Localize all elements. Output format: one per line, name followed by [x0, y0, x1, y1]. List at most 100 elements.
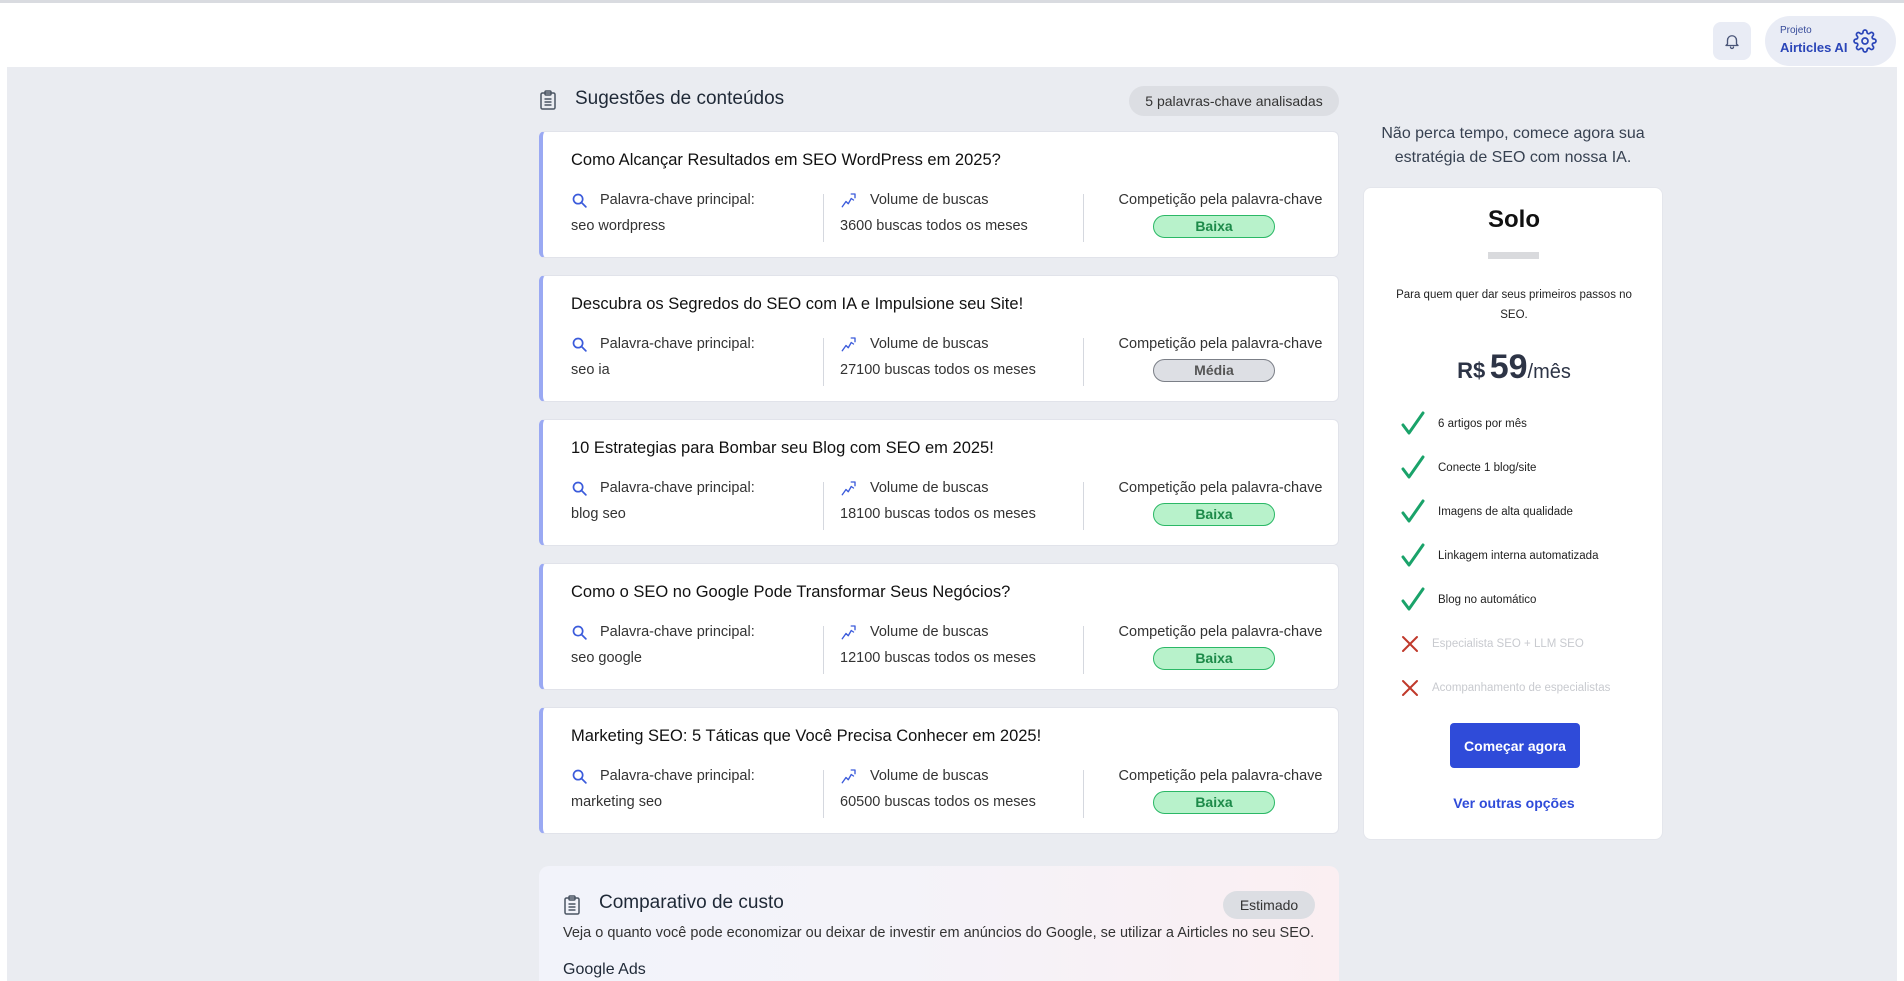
- feature-text: Especialista SEO + LLM SEO: [1432, 638, 1584, 650]
- volume-value: 12100 buscas todos os meses: [840, 650, 1036, 666]
- keyword-column: Palavra-chave principal: seo google: [571, 624, 811, 674]
- volume-value: 27100 buscas todos os meses: [840, 362, 1036, 378]
- notifications-button[interactable]: [1713, 22, 1751, 60]
- competition-column: Competição pela palavra-chave Baixa: [1083, 192, 1339, 242]
- top-bar: Projeto Airticles AI: [0, 3, 1904, 67]
- keyword-value: blog seo: [571, 506, 626, 522]
- start-now-button[interactable]: Começar agora: [1450, 723, 1580, 768]
- competition-label: Competição pela palavra-chave: [1118, 336, 1323, 352]
- volume-label: Volume de buscas: [870, 336, 989, 352]
- trend-icon: [841, 193, 856, 208]
- volume-column: Volume de buscas 60500 buscas todos os m…: [823, 768, 1083, 818]
- plan-price: R$ 59/mês: [1364, 348, 1664, 387]
- competition-column: Competição pela palavra-chave Baixa: [1083, 768, 1339, 818]
- volume-value: 18100 buscas todos os meses: [840, 506, 1036, 522]
- competition-label: Competição pela palavra-chave: [1118, 624, 1323, 640]
- suggestion-title: 10 Estrategias para Bombar seu Blog com …: [571, 439, 994, 457]
- trend-icon: [841, 481, 856, 496]
- keyword-value: seo google: [571, 650, 642, 666]
- plan-feature: Imagens de alta qualidade: [1400, 497, 1573, 527]
- suggestion-title: Como Alcançar Resultados em SEO WordPres…: [571, 151, 1001, 169]
- suggestions-title: Sugestões de conteúdos: [575, 88, 785, 109]
- cross-icon: [1402, 680, 1418, 696]
- search-icon: [572, 337, 587, 352]
- project-name: Airticles AI: [1780, 40, 1848, 55]
- check-icon: [1401, 499, 1425, 523]
- clipboard-icon: [564, 895, 580, 915]
- promo-text: Não perca tempo, comece agora sua estrat…: [1381, 125, 1645, 166]
- project-label: Projeto: [1780, 25, 1812, 36]
- keyword-label: Palavra-chave principal:: [600, 192, 755, 208]
- keyword-label: Palavra-chave principal:: [600, 768, 755, 784]
- keyword-column: Palavra-chave principal: marketing seo: [571, 768, 811, 818]
- bell-icon: [1725, 35, 1739, 50]
- keyword-column: Palavra-chave principal: seo ia: [571, 336, 811, 386]
- check-icon: [1401, 411, 1425, 435]
- keyword-label: Palavra-chave principal:: [600, 480, 755, 496]
- google-ads-label: Google Ads: [563, 961, 646, 978]
- suggestion-card[interactable]: Como Alcançar Resultados em SEO WordPres…: [539, 131, 1339, 258]
- check-icon: [1401, 587, 1425, 611]
- gear-icon[interactable]: [1853, 29, 1877, 53]
- keyword-value: marketing seo: [571, 794, 663, 810]
- cost-description: Veja o quanto você pode economizar ou de…: [563, 925, 1315, 941]
- feature-text: Imagens de alta qualidade: [1438, 506, 1573, 518]
- plan-feature: Linkagem interna automatizada: [1400, 541, 1598, 571]
- volume-label: Volume de buscas: [870, 768, 989, 784]
- feature-text: Linkagem interna automatizada: [1438, 550, 1599, 562]
- volume-column: Volume de buscas 3600 buscas todos os me…: [823, 192, 1083, 242]
- plan-feature: Acompanhamento de especialistas: [1400, 673, 1610, 703]
- keyword-column: Palavra-chave principal: blog seo: [571, 480, 811, 530]
- cost-comparison-card: Comparativo de custo Estimado Veja o qua…: [539, 866, 1339, 981]
- search-icon: [572, 769, 587, 784]
- feature-text: 6 artigos por mês: [1438, 418, 1527, 430]
- suggestion-title: Marketing SEO: 5 Táticas que Você Precis…: [571, 727, 1042, 745]
- cost-title: Comparativo de custo: [599, 892, 784, 913]
- price-period: /mês: [1527, 361, 1571, 383]
- competition-label: Competição pela palavra-chave: [1118, 192, 1323, 208]
- check-icon: [1401, 455, 1425, 479]
- plan-feature: 6 artigos por mês: [1400, 409, 1527, 439]
- volume-value: 60500 buscas todos os meses: [840, 794, 1036, 810]
- competition-badge: Baixa: [1153, 647, 1275, 670]
- feature-text: Acompanhamento de especialistas: [1432, 682, 1611, 694]
- check-icon: [1401, 543, 1425, 567]
- suggestion-card[interactable]: Descubra os Segredos do SEO com IA e Imp…: [539, 275, 1339, 402]
- price-amount: 59: [1489, 348, 1528, 386]
- competition-badge: Baixa: [1153, 791, 1275, 814]
- project-selector[interactable]: Projeto Airticles AI: [1765, 16, 1896, 66]
- volume-label: Volume de buscas: [870, 480, 989, 496]
- suggestion-title: Descubra os Segredos do SEO com IA e Imp…: [571, 295, 1024, 313]
- plan-feature: Especialista SEO + LLM SEO: [1400, 629, 1584, 659]
- suggestion-card[interactable]: Como o SEO no Google Pode Transformar Se…: [539, 563, 1339, 690]
- trend-icon: [841, 337, 856, 352]
- trend-icon: [841, 625, 856, 640]
- competition-column: Competição pela palavra-chave Média: [1083, 336, 1339, 386]
- volume-column: Volume de buscas 18100 buscas todos os m…: [823, 480, 1083, 530]
- competition-column: Competição pela palavra-chave Baixa: [1083, 624, 1339, 674]
- search-icon: [572, 481, 587, 496]
- competition-badge: Média: [1153, 359, 1275, 382]
- volume-column: Volume de buscas 27100 buscas todos os m…: [823, 336, 1083, 386]
- volume-value: 3600 buscas todos os meses: [840, 218, 1028, 234]
- search-icon: [572, 625, 587, 640]
- feature-text: Conecte 1 blog/site: [1438, 462, 1537, 474]
- volume-label: Volume de buscas: [870, 624, 989, 640]
- keyword-value: seo ia: [571, 362, 610, 378]
- suggestion-title: Como o SEO no Google Pode Transformar Se…: [571, 583, 1011, 601]
- competition-label: Competição pela palavra-chave: [1118, 768, 1323, 784]
- volume-label: Volume de buscas: [870, 192, 989, 208]
- keyword-label: Palavra-chave principal:: [600, 336, 755, 352]
- keyword-label: Palavra-chave principal:: [600, 624, 755, 640]
- clipboard-icon: [540, 90, 556, 110]
- keyword-column: Palavra-chave principal: seo wordpress: [571, 192, 811, 242]
- cross-icon: [1402, 636, 1418, 652]
- other-options-link[interactable]: Ver outras opções: [1364, 795, 1664, 811]
- price-currency: R$: [1457, 358, 1486, 383]
- suggestion-card[interactable]: Marketing SEO: 5 Táticas que Você Precis…: [539, 707, 1339, 834]
- suggestion-card[interactable]: 10 Estrategias para Bombar seu Blog com …: [539, 419, 1339, 546]
- trend-icon: [841, 769, 856, 784]
- competition-column: Competição pela palavra-chave Baixa: [1083, 480, 1339, 530]
- search-icon: [572, 193, 587, 208]
- competition-badge: Baixa: [1153, 215, 1275, 238]
